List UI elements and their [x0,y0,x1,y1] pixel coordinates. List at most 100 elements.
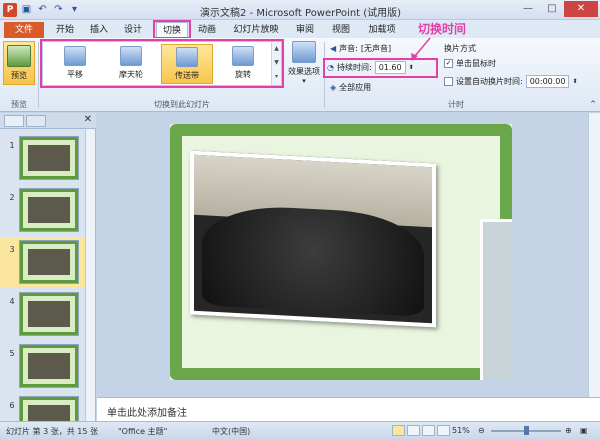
tab-insert[interactable]: 插入 [84,22,114,38]
slide-counter: 幻灯片 第 3 张，共 15 张 [6,427,98,436]
slide-thumbnail-row[interactable]: 3 [0,237,86,287]
slide-thumbnail[interactable] [19,188,79,232]
ribbon: 预览 预览 平移 摩天轮 传送带 旋转 ▲ ▼ ▾ 效果选项 ▾ 切换到此幻灯片 ◀ [0,38,600,112]
group-label-transitions: 切换到此幻灯片 [154,100,210,109]
slides-panel: ✕ 1 2 3 4 5 6 [0,113,96,439]
slide-number: 6 [9,401,15,410]
group-separator [38,42,39,108]
collapse-ribbon-icon[interactable]: ^ [590,100,596,108]
tab-design[interactable]: 设计 [118,22,148,38]
undo-icon[interactable]: ↶ [36,3,49,16]
zoom-knob[interactable] [524,426,529,435]
tab-animations[interactable]: 动画 [192,22,222,38]
after-time-checkbox[interactable] [444,77,453,86]
effect-options-label: 效果选项 [288,67,320,76]
slide-editor [97,113,600,397]
normal-view-button[interactable] [392,425,405,436]
apply-all-icon: ◈ [330,83,337,92]
sound-value[interactable]: [无声音] [361,43,391,54]
highlight-transitions-tab [153,20,191,39]
after-time-row: 设置自动换片时间: 00:00.00 ⬍ [444,75,578,88]
tab-slideshow[interactable]: 幻灯片放映 [228,22,284,38]
sound-row[interactable]: ◀ 声音: [无声音] [330,43,391,54]
on-click-label: 单击鼠标时 [456,59,496,68]
group-photo[interactable] [190,150,436,328]
thumbnail-border [20,293,78,335]
preview-label: 预览 [11,71,27,80]
slide-thumbnail-row[interactable]: 2 [0,185,86,235]
slide-thumbnail[interactable] [19,292,79,336]
language-indicator[interactable]: 中文(中国) [212,426,250,437]
on-click-row[interactable]: ✓ 单击鼠标时 [444,58,496,69]
slide-scrollbar[interactable] [588,113,600,397]
theme-name: "Office 主题" [118,427,168,436]
after-time-input[interactable]: 00:00.00 [525,75,570,88]
sound-label: 声音: [339,44,358,53]
slide-thumbnail-row[interactable]: 5 [0,341,86,391]
slide-thumbnail[interactable] [19,136,79,180]
slide-number: 1 [9,141,15,150]
close-panel-icon[interactable]: ✕ [84,114,92,125]
fit-to-window-icon[interactable]: ▣ [580,426,588,435]
powerpoint-icon[interactable]: P [3,3,17,17]
annotation-label: 切换时间 [418,22,467,36]
thumbnail-border [20,189,78,231]
thumbnail-border [20,241,78,283]
slide-number: 2 [9,193,15,202]
second-photo[interactable] [480,219,512,380]
slideshow-button[interactable] [437,425,450,436]
spinner-icon[interactable]: ⬍ [572,78,577,85]
window-controls: — □ ✕ [516,1,598,17]
slide-thumbnail-row[interactable]: 4 [0,289,86,339]
effect-options-button[interactable]: 效果选项 ▾ [286,41,322,91]
save-icon[interactable]: ▣ [20,3,33,16]
dropdown-arrow-icon: ▾ [302,77,306,85]
tab-addins[interactable]: 加载项 [362,22,402,38]
window-title: 演示文稿2 - Microsoft PowerPoint (试用版) [200,8,402,19]
maximize-button[interactable]: □ [540,1,564,17]
after-time-label: 设置自动换片时间: [456,77,523,86]
minimize-button[interactable]: — [516,1,540,17]
advance-title: 换片方式 [444,43,476,54]
on-click-checkbox[interactable]: ✓ [444,59,453,68]
group-label-timing: 计时 [448,100,464,109]
quick-access-toolbar: ▣ ↶ ↷ ▾ [20,3,81,16]
slide-thumbnail[interactable] [19,240,79,284]
highlight-duration [323,58,438,78]
notes-placeholder: 单击此处添加备注 [107,408,187,419]
slide-sorter-button[interactable] [407,425,420,436]
reading-view-button[interactable] [422,425,435,436]
effect-options-icon [292,41,316,63]
thumbnail-border [20,345,78,387]
title-bar: P ▣ ↶ ↷ ▾ 演示文稿2 - Microsoft PowerPoint (… [0,0,600,20]
customize-qat-icon[interactable]: ▾ [68,3,81,16]
current-slide[interactable] [170,124,512,380]
slide-number: 4 [9,297,15,306]
thumbnail-border [20,137,78,179]
tab-review[interactable]: 审阅 [290,22,320,38]
tab-home[interactable]: 开始 [50,22,80,38]
outline-tab[interactable] [26,115,46,127]
panel-tabs: ✕ [0,113,96,129]
slide-thumbnail-row[interactable]: 1 [0,133,86,183]
tab-view[interactable]: 视图 [326,22,356,38]
close-button[interactable]: ✕ [564,1,598,17]
redo-icon[interactable]: ↷ [52,3,65,16]
apply-all-button[interactable]: ◈ 全部应用 [330,82,371,93]
group-label-preview: 预览 [11,100,27,109]
advance-title-text: 换片方式 [444,44,476,53]
slide-number: 3 [9,245,15,254]
slide-number: 5 [9,349,15,358]
notes-pane[interactable]: 单击此处添加备注 [97,397,600,421]
preview-icon [7,45,31,67]
tab-file[interactable]: 文件 [4,22,44,38]
slide-thumbnail[interactable] [19,344,79,388]
ribbon-tabs: 文件 开始 插入 设计 切换 动画 幻灯片放映 审阅 视图 加载项 [0,20,600,39]
zoom-in-icon[interactable]: ⊕ [565,426,572,435]
slides-tab[interactable] [4,115,24,127]
preview-button[interactable]: 预览 [3,41,35,85]
zoom-level[interactable]: 51% [452,426,470,435]
zoom-out-icon[interactable]: ⊖ [478,426,485,435]
slides-scrollbar[interactable] [85,129,95,423]
apply-all-label: 全部应用 [339,83,372,92]
